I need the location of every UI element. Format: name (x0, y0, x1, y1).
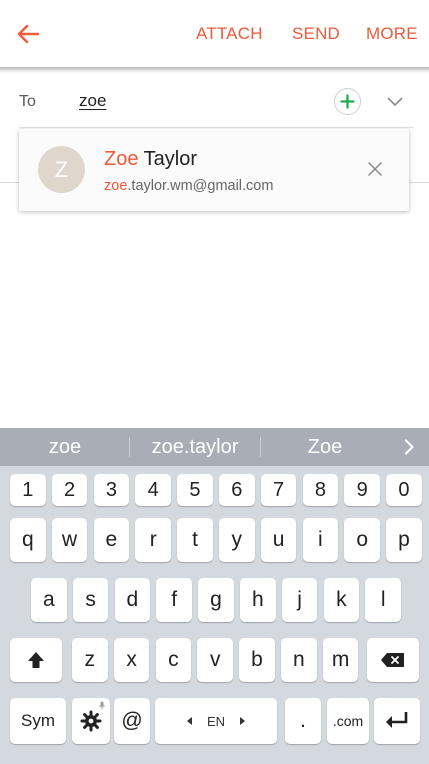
arrow-left-small-icon (186, 717, 192, 725)
letter-key-q[interactable]: q (10, 518, 46, 562)
arrow-right-small-icon (240, 717, 246, 725)
prediction-1[interactable]: zoe (20, 436, 110, 459)
letter-key-x[interactable]: x (113, 638, 150, 682)
more-predictions-button[interactable] (398, 434, 420, 460)
letter-key-d[interactable]: d (114, 578, 151, 622)
letter-key-z[interactable]: z (72, 638, 108, 682)
letter-key-c[interactable]: c (155, 638, 192, 682)
letter-key-b[interactable]: b (239, 638, 275, 682)
letter-key-m[interactable]: m (322, 638, 359, 682)
email-rest: .taylor.wm@gmail.com (127, 178, 274, 194)
plus-icon (340, 94, 355, 109)
recipient-row: To zoe (0, 78, 429, 126)
number-key-1[interactable]: 1 (10, 474, 46, 506)
settings-key[interactable] (72, 698, 110, 744)
letter-key-j[interactable]: j (281, 578, 318, 622)
enter-key[interactable] (374, 698, 420, 744)
letter-key-p[interactable]: p (386, 518, 422, 562)
prediction-divider (260, 437, 261, 457)
letter-key-v[interactable]: v (197, 638, 233, 682)
number-key-5[interactable]: 5 (177, 474, 213, 506)
send-button[interactable]: SEND (292, 24, 340, 44)
microphone-icon (99, 701, 105, 710)
shift-key[interactable] (10, 638, 62, 682)
prediction-divider (129, 437, 130, 457)
prediction-2[interactable]: zoe.taylor (135, 436, 255, 459)
period-key[interactable]: . (285, 698, 321, 744)
recipient-input[interactable]: zoe (79, 91, 106, 111)
close-icon (368, 162, 382, 176)
letter-key-w[interactable]: w (51, 518, 88, 562)
chevron-down-icon (387, 97, 403, 106)
letter-key-o[interactable]: o (344, 518, 380, 562)
expand-recipients-button[interactable] (384, 91, 406, 113)
letter-key-s[interactable]: s (72, 578, 109, 622)
number-key-6[interactable]: 6 (219, 474, 255, 506)
number-key-9[interactable]: 9 (344, 474, 380, 506)
more-button[interactable]: MORE (366, 24, 418, 44)
app-toolbar: ATTACH SEND MORE (0, 0, 429, 67)
suggestion-email: zoe.taylor.wm@gmail.com (104, 178, 273, 194)
back-button[interactable] (10, 16, 46, 52)
gear-icon (80, 710, 102, 732)
letter-key-r[interactable]: r (135, 518, 171, 562)
arrow-left-icon (17, 24, 39, 44)
number-key-8[interactable]: 8 (302, 474, 339, 506)
prediction-bar: zoe zoe.taylor Zoe (0, 428, 429, 466)
letter-key-i[interactable]: i (302, 518, 339, 562)
number-key-2[interactable]: 2 (51, 474, 88, 506)
letter-key-t[interactable]: t (177, 518, 213, 562)
letter-key-l[interactable]: l (365, 578, 401, 622)
contact-suggestion[interactable]: Z Zoe Taylor zoe.taylor.wm@gmail.com (19, 129, 409, 211)
number-key-0[interactable]: 0 (386, 474, 422, 506)
name-match: Zoe (104, 148, 139, 170)
letter-key-f[interactable]: f (156, 578, 192, 622)
suggestion-name: Zoe Taylor (104, 148, 197, 171)
letter-key-u[interactable]: u (260, 518, 297, 562)
attach-button[interactable]: ATTACH (196, 24, 263, 44)
toolbar-shadow (0, 67, 429, 73)
dismiss-suggestion-button[interactable] (364, 158, 386, 180)
enter-icon (386, 712, 408, 728)
letter-key-h[interactable]: h (240, 578, 276, 622)
number-key-7[interactable]: 7 (260, 474, 297, 506)
backspace-key[interactable] (367, 638, 419, 682)
chevron-right-icon (404, 439, 414, 455)
letter-key-a[interactable]: a (31, 578, 67, 622)
sym-key[interactable]: Sym (10, 698, 66, 744)
avatar: Z (38, 146, 85, 193)
spacebar-language-key[interactable]: EN (155, 698, 277, 744)
number-key-4[interactable]: 4 (135, 474, 171, 506)
add-contact-button[interactable] (334, 88, 361, 115)
prediction-3[interactable]: Zoe (280, 436, 370, 459)
letter-key-y[interactable]: y (219, 518, 255, 562)
number-key-3[interactable]: 3 (93, 474, 130, 506)
letter-key-k[interactable]: k (323, 578, 360, 622)
name-rest: Taylor (138, 148, 198, 170)
to-label: To (19, 93, 36, 110)
backspace-icon (381, 653, 404, 667)
letter-key-g[interactable]: g (198, 578, 234, 622)
shift-arrow-icon (28, 652, 44, 668)
letter-key-e[interactable]: e (93, 518, 130, 562)
soft-keyboard: zoe zoe.taylor Zoe Sym @ EN . .com 1 2 3… (0, 428, 429, 764)
recipient-divider (19, 127, 414, 128)
email-match: zoe (104, 178, 128, 194)
dotcom-key[interactable]: .com (327, 698, 369, 744)
language-label: EN (206, 713, 226, 729)
letter-key-n[interactable]: n (281, 638, 317, 682)
at-key[interactable]: @ (114, 698, 150, 744)
